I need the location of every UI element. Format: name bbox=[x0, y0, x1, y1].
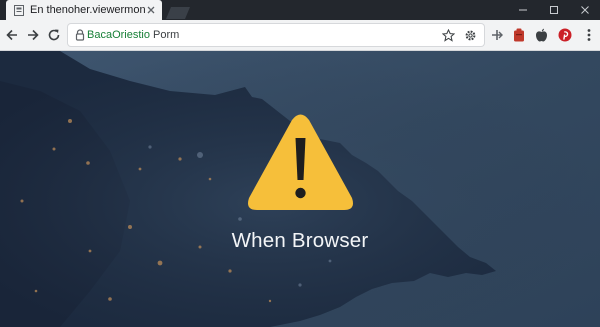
pin-extension-icon[interactable] bbox=[488, 26, 506, 44]
maximize-icon[interactable] bbox=[538, 0, 569, 20]
page-icon bbox=[14, 4, 24, 16]
url-text: BacaOriestio Porm bbox=[87, 28, 179, 42]
apple-icon[interactable] bbox=[532, 26, 550, 44]
url-path: Porm bbox=[149, 29, 180, 41]
back-icon[interactable] bbox=[4, 27, 20, 43]
pinterest-icon[interactable] bbox=[556, 26, 574, 44]
puzzle-extension-icon[interactable] bbox=[510, 26, 528, 44]
new-tab-icon[interactable] bbox=[166, 6, 190, 19]
url-host: BacaOriestio bbox=[87, 29, 150, 41]
page-content: When Browser bbox=[0, 51, 600, 327]
settings-gear-icon[interactable] bbox=[462, 27, 478, 43]
kebab-menu-icon[interactable] bbox=[580, 26, 598, 44]
address-bar[interactable]: BacaOriestio Porm bbox=[68, 24, 484, 46]
warning-triangle-icon bbox=[248, 114, 353, 210]
window-controls bbox=[507, 0, 600, 20]
close-icon[interactable] bbox=[146, 5, 156, 15]
browser-tab[interactable]: En thenoher.viewermon. bbox=[6, 0, 162, 20]
forward-icon[interactable] bbox=[25, 27, 41, 43]
tab-title: En thenoher.viewermon. bbox=[30, 4, 146, 16]
warning-message: When Browser bbox=[231, 229, 369, 252]
tab-strip: En thenoher.viewermon. bbox=[0, 0, 600, 20]
window-close-icon[interactable] bbox=[569, 0, 600, 20]
reload-icon[interactable] bbox=[46, 27, 62, 43]
minimize-icon[interactable] bbox=[507, 0, 538, 20]
browser-toolbar: BacaOriestio Porm bbox=[0, 20, 600, 51]
bookmark-star-icon[interactable] bbox=[440, 27, 456, 43]
lock-icon[interactable] bbox=[74, 28, 86, 42]
